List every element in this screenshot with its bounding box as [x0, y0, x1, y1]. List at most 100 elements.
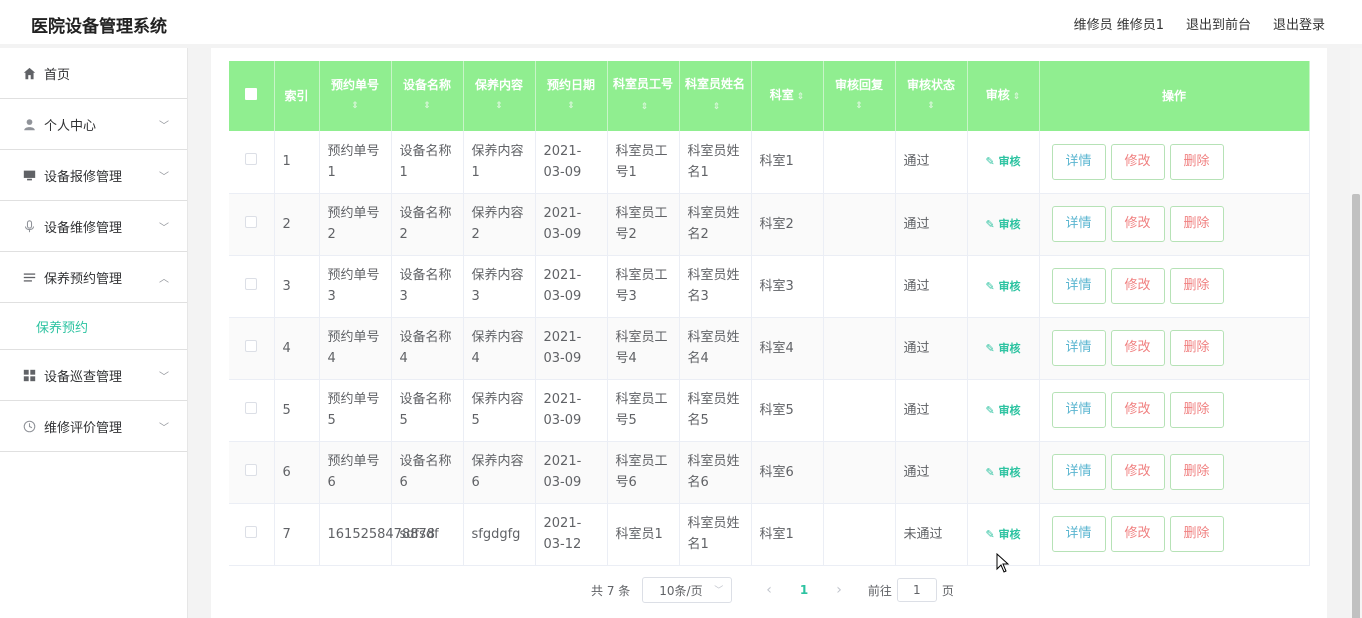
delete-button[interactable]: 删除 — [1169, 206, 1224, 242]
delete-button[interactable]: 删除 — [1169, 516, 1224, 552]
delete-button[interactable]: 删除 — [1169, 268, 1224, 304]
col-header-emp-no[interactable]: 科室员工号 ⇕ — [607, 61, 680, 131]
cell-audit[interactable]: ✎ 审核 — [967, 255, 1040, 318]
sort-icon[interactable]: ⇕ — [828, 96, 891, 117]
logout-link[interactable]: 退出登录 — [1273, 14, 1325, 33]
delete-button[interactable]: 删除 — [1169, 392, 1224, 428]
sort-icon[interactable]: ⇕ — [540, 96, 603, 117]
sort-icon[interactable]: ⇕ — [396, 96, 459, 117]
page-size-select[interactable]: 10条/页 ﹀ — [642, 577, 733, 603]
col-header-actions: 操作 — [1039, 61, 1310, 131]
audit-link[interactable]: ✎ 审核 — [985, 342, 1020, 355]
detail-button[interactable]: 详情 — [1051, 516, 1106, 552]
row-checkbox[interactable] — [245, 401, 258, 414]
edit-button[interactable]: 修改 — [1110, 206, 1165, 242]
edit-button[interactable]: 修改 — [1110, 143, 1165, 180]
row-checkbox[interactable] — [245, 153, 258, 166]
detail-button[interactable]: 详情 — [1051, 143, 1106, 180]
detail-button[interactable]: 详情 — [1051, 268, 1106, 304]
row-select-cell[interactable] — [229, 503, 275, 566]
row-select-cell[interactable] — [229, 441, 275, 504]
cell-dept: 科室5 — [751, 379, 824, 442]
cell-audit[interactable]: ✎ 审核 — [967, 441, 1040, 504]
col-header-order[interactable]: 预约单号 ⇕ — [319, 61, 392, 131]
detail-button[interactable]: 详情 — [1051, 206, 1106, 242]
row-select-cell[interactable] — [229, 193, 275, 256]
sidebar-item-evaluation[interactable]: 维修评价管理 ﹀ — [0, 401, 187, 452]
sidebar-item-inspection[interactable]: 设备巡查管理 ﹀ — [0, 350, 187, 401]
edit-button[interactable]: 修改 — [1110, 268, 1165, 304]
sort-icon[interactable]: ⇕ — [468, 96, 531, 117]
row-checkbox[interactable] — [245, 339, 258, 352]
audit-link[interactable]: ✎ 审核 — [985, 218, 1020, 231]
cell-audit[interactable]: ✎ 审核 — [967, 317, 1040, 380]
col-header-reply[interactable]: 审核回复 ⇕ — [823, 61, 896, 131]
sidebar-item-maintenance[interactable]: 保养预约管理 ︿ — [0, 252, 187, 303]
audit-link[interactable]: ✎ 审核 — [985, 280, 1020, 293]
row-select-cell[interactable] — [229, 131, 275, 194]
sidebar-item-home[interactable]: 首页 — [0, 48, 187, 99]
detail-button[interactable]: 详情 — [1051, 454, 1106, 490]
edit-button[interactable]: 修改 — [1110, 516, 1165, 552]
cell-audit[interactable]: ✎ 审核 — [967, 379, 1040, 442]
cell-order: 预约单号5 — [319, 379, 392, 442]
cell-actions: 详情 修改 删除 — [1039, 255, 1310, 318]
sort-icon[interactable]: ⇕ — [900, 96, 963, 117]
edit-button[interactable]: 修改 — [1110, 392, 1165, 428]
table-row: 4 预约单号4 设备名称4 保养内容4 2021-03-09 科室员工号4 科室员姓名4 科室… — [229, 317, 1310, 380]
col-header-content[interactable]: 保养内容 ⇕ — [463, 61, 536, 131]
cell-device: 设备名称2 — [391, 193, 464, 256]
col-header-date[interactable]: 预约日期 ⇕ — [535, 61, 608, 131]
cell-status: 通过 — [895, 317, 968, 380]
current-page[interactable]: 1 — [800, 583, 808, 597]
chevron-down-icon: ﹀ — [159, 172, 169, 183]
sort-icon[interactable]: ⇕ — [324, 96, 387, 117]
delete-button[interactable]: 删除 — [1169, 454, 1224, 490]
delete-button[interactable]: 删除 — [1169, 143, 1224, 180]
row-select-cell[interactable] — [229, 255, 275, 318]
col-header-device[interactable]: 设备名称 ⇕ — [391, 61, 464, 131]
row-checkbox[interactable] — [245, 215, 258, 228]
audit-link[interactable]: ✎ 审核 — [985, 528, 1020, 541]
cell-audit[interactable]: ✎ 审核 — [967, 193, 1040, 256]
row-checkbox[interactable] — [245, 463, 258, 476]
row-select-cell[interactable] — [229, 379, 275, 442]
audit-link[interactable]: ✎ 审核 — [985, 155, 1020, 168]
edit-button[interactable]: 修改 — [1110, 454, 1165, 490]
vertical-scrollbar[interactable] — [1350, 48, 1362, 618]
col-header-emp-name[interactable]: 科室员姓名 ⇕ — [679, 61, 752, 131]
select-all-checkbox[interactable] — [245, 87, 258, 100]
edit-icon: ✎ — [985, 217, 999, 231]
sidebar-item-personal[interactable]: 个人中心 ﹀ — [0, 99, 187, 150]
goto-page-input[interactable]: 1 — [896, 578, 937, 602]
submenu-item-maintenance-booking[interactable]: 保养预约 — [0, 303, 187, 350]
sort-icon[interactable]: ⇕ — [1013, 92, 1021, 102]
cell-audit[interactable]: ✎ 审核 — [967, 131, 1040, 194]
edit-button[interactable]: 修改 — [1110, 330, 1165, 366]
scrollbar-thumb[interactable] — [1352, 194, 1360, 618]
audit-link[interactable]: ✎ 审核 — [985, 466, 1020, 479]
sidebar-item-repair-report[interactable]: 设备报修管理 ﹀ — [0, 150, 187, 201]
row-select-cell[interactable] — [229, 317, 275, 380]
col-header-audit[interactable]: 审核 ⇕ — [967, 61, 1040, 131]
sort-icon[interactable]: ⇕ — [797, 92, 805, 102]
prev-page-button[interactable]: ‹ — [766, 582, 772, 598]
sort-icon[interactable]: ⇕ — [713, 102, 721, 112]
detail-button[interactable]: 详情 — [1051, 330, 1106, 366]
audit-link[interactable]: ✎ 审核 — [985, 404, 1020, 417]
row-checkbox[interactable] — [245, 525, 258, 538]
cell-emp_name: 科室员姓名4 — [679, 317, 752, 380]
sidebar-item-repair-manage[interactable]: 设备维修管理 ﹀ — [0, 201, 187, 252]
select-all-cell[interactable] — [229, 61, 275, 131]
row-checkbox[interactable] — [245, 277, 258, 290]
detail-button[interactable]: 详情 — [1051, 392, 1106, 428]
next-page-button[interactable]: › — [836, 582, 842, 598]
delete-button[interactable]: 删除 — [1169, 330, 1224, 366]
cell-reply — [823, 193, 896, 256]
col-header-dept[interactable]: 科室 ⇕ — [751, 61, 824, 131]
cell-device: 设备名称1 — [391, 131, 464, 194]
sort-icon[interactable]: ⇕ — [641, 102, 649, 112]
back-to-frontend-link[interactable]: 退出到前台 — [1186, 14, 1251, 33]
cell-dept: 科室2 — [751, 193, 824, 256]
col-header-status[interactable]: 审核状态 ⇕ — [895, 61, 968, 131]
